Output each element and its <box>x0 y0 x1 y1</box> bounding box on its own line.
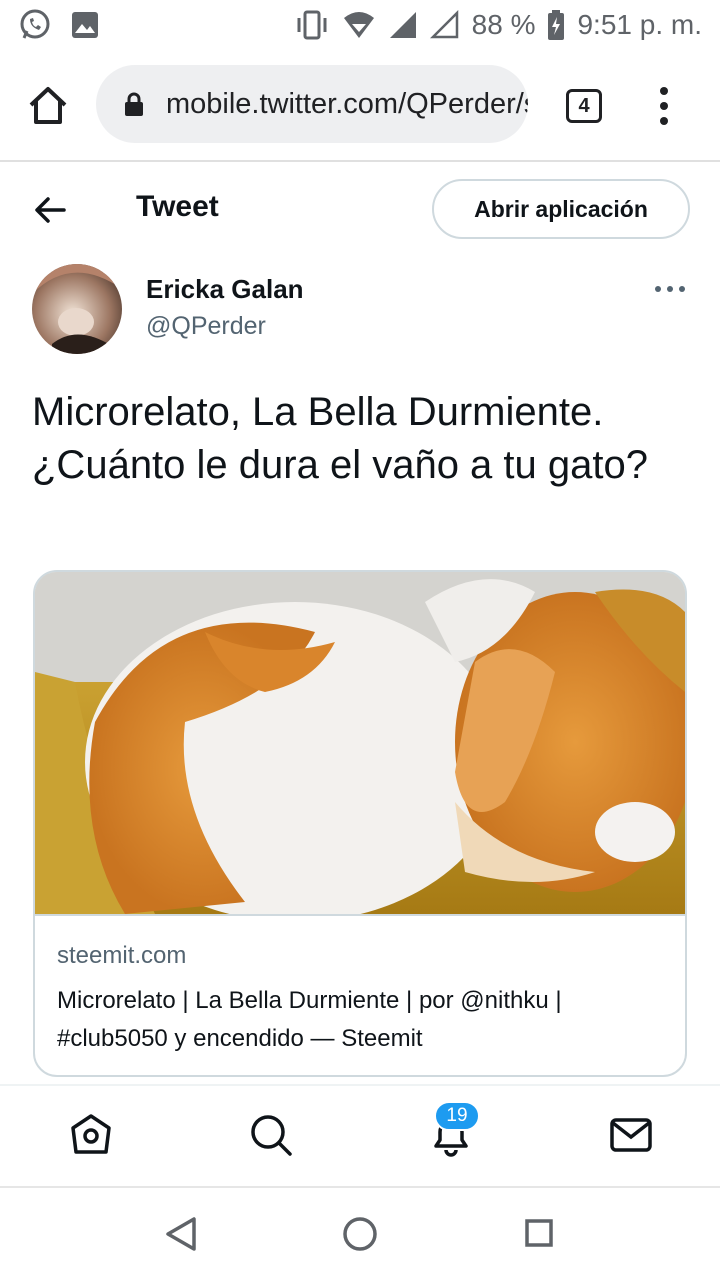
tweet-author: Ericka Galan @QPerder <box>0 262 720 358</box>
nav-home[interactable] <box>68 1112 114 1158</box>
system-home-button[interactable] <box>342 1216 378 1252</box>
card-separator <box>35 914 685 916</box>
url-text: mobile.twitter.com/QPerder/status <box>166 87 528 120</box>
signal-empty-icon <box>429 10 460 40</box>
avatar-image <box>32 264 122 354</box>
card-image <box>35 572 685 914</box>
back-button[interactable] <box>32 192 68 228</box>
open-app-button[interactable]: Abrir aplicación <box>432 179 690 239</box>
wifi-icon <box>342 10 376 40</box>
status-right: 88 % 9:51 p. m. <box>294 9 702 41</box>
system-back-button[interactable] <box>164 1216 198 1252</box>
tweet-text: Microrelato, La Bella Durmiente. ¿Cuánto… <box>32 390 648 487</box>
system-nav <box>0 1186 720 1280</box>
avatar[interactable] <box>32 264 122 354</box>
signal-icon <box>388 10 418 40</box>
square-recents-icon <box>525 1219 553 1247</box>
tab-switcher-button[interactable]: 4 <box>566 89 602 123</box>
arrow-left-icon <box>35 197 66 223</box>
search-icon <box>251 1115 292 1156</box>
status-left <box>18 8 100 42</box>
browser-home-button[interactable] <box>26 84 70 128</box>
browser-menu-button[interactable] <box>654 86 674 126</box>
tweet-header: Tweet Abrir aplicación <box>0 162 720 258</box>
notification-count-badge: 19 <box>434 1101 480 1131</box>
author-name[interactable]: Ericka Galan <box>146 274 304 305</box>
page-title: Tweet <box>136 190 219 223</box>
vibrate-icon <box>294 10 330 40</box>
battery-icon <box>547 10 565 40</box>
card-domain: steemit.com <box>57 942 187 969</box>
author-handle[interactable]: @QPerder <box>146 312 266 341</box>
system-recents-button[interactable] <box>524 1218 554 1248</box>
nav-messages[interactable] <box>608 1112 654 1158</box>
clock: 9:51 p. m. <box>577 9 702 40</box>
link-card[interactable]: steemit.com Microrelato | La Bella Durmi… <box>33 570 687 1077</box>
lock-icon <box>125 92 143 116</box>
browser-toolbar: mobile.twitter.com/QPerder/status 4 <box>0 56 720 160</box>
more-horizontal-icon <box>655 286 685 292</box>
circle-home-icon <box>343 1217 377 1251</box>
bottom-nav <box>0 1084 720 1184</box>
tweet-more-button[interactable] <box>654 282 686 296</box>
card-title: Microrelato | La Bella Durmiente | por @… <box>57 987 562 1052</box>
home-outline-icon <box>29 87 67 124</box>
home-icon <box>71 1114 111 1154</box>
address-bar[interactable]: mobile.twitter.com/QPerder/status <box>96 65 528 143</box>
battery-percent: 88 % <box>471 9 536 40</box>
whatsapp-icon <box>18 8 52 42</box>
status-bar: 88 % 9:51 p. m. <box>0 0 720 50</box>
triangle-back-icon <box>166 1217 196 1251</box>
image-icon <box>70 10 100 40</box>
messages-icon <box>610 1118 652 1152</box>
more-vertical-icon <box>660 87 668 125</box>
nav-search[interactable] <box>248 1112 294 1158</box>
